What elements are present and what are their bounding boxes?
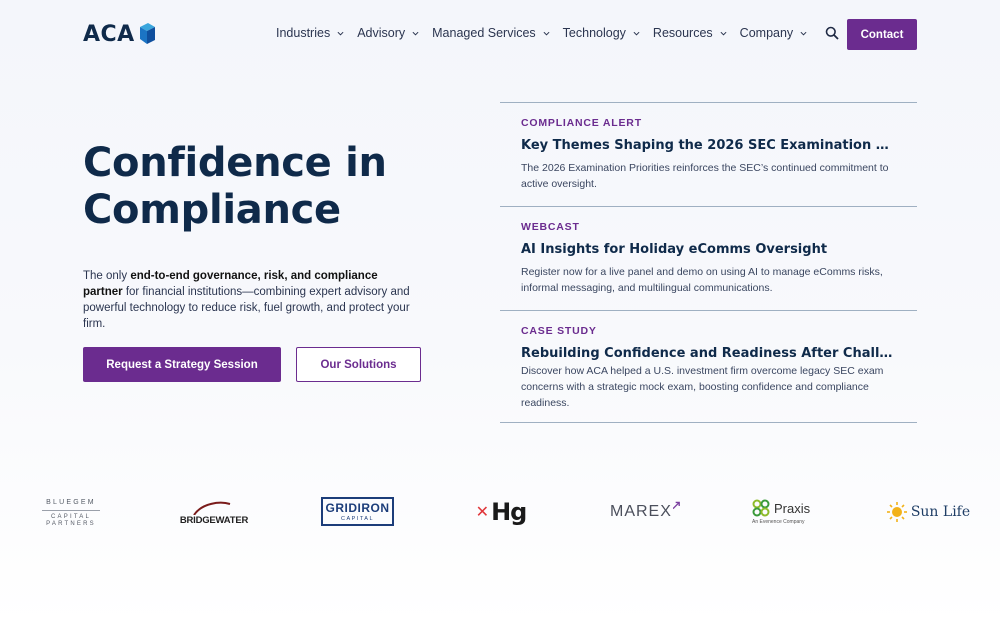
praxis-text: Praxis xyxy=(774,500,811,516)
praxis-sub-text: An Evenence Company xyxy=(752,519,805,525)
praxis-knot-icon xyxy=(752,499,770,517)
nav-label: Technology xyxy=(562,26,626,40)
gridiron-logo: GRIDIRON CAPITAL xyxy=(321,497,394,526)
card-summary: The 2026 Examination Priorities reinforc… xyxy=(521,162,889,190)
nav-technology[interactable]: Technology xyxy=(563,26,640,40)
request-strategy-session-button[interactable]: Request a Strategy Session xyxy=(83,347,281,382)
praxis-logo: Praxis An Evenence Company xyxy=(752,496,824,528)
nav-resources[interactable]: Resources xyxy=(653,26,727,40)
hg-logo: ✕ Hg xyxy=(472,496,530,528)
chevron-down-icon xyxy=(800,31,807,36)
card-title[interactable]: AI Insights for Holiday eComms Oversight xyxy=(521,242,896,257)
contact-button[interactable]: Contact xyxy=(847,19,917,50)
main-nav: Industries Advisory Managed Services Tec… xyxy=(276,25,876,41)
list-item[interactable]: WEBCAST AI Insights for Holiday eComms O… xyxy=(500,206,917,310)
gridiron-sub-text: CAPITAL xyxy=(340,515,374,522)
nav-label: Industries xyxy=(276,26,331,40)
nav-label: Advisory xyxy=(357,26,406,40)
featured-content-list: COMPLIANCE ALERT Key Themes Shaping the … xyxy=(500,102,917,423)
bluegem-sub-text-1: CAPITAL xyxy=(51,514,91,520)
bluegem-sub-text-2: PARTNERS xyxy=(46,521,96,527)
list-item[interactable]: COMPLIANCE ALERT Key Themes Shaping the … xyxy=(500,102,917,206)
card-summary: Register now for a live panel and demo o… xyxy=(521,266,883,294)
card-summary: Discover how ACA helped a U.S. investmen… xyxy=(521,365,884,409)
client-logo-strip: BLUEGEM CAPITAL PARTNERS BRIDGEWATER GRI… xyxy=(0,490,1000,540)
card-category: WEBCAST xyxy=(521,221,580,233)
bridgewater-arc-icon xyxy=(193,501,231,515)
hg-x-icon: ✕ xyxy=(475,504,490,521)
aca-logo[interactable]: ACA xyxy=(83,22,156,47)
hero-desc-suffix: for financial institutions—combining exp… xyxy=(83,286,410,330)
card-title[interactable]: Rebuilding Confidence and Readiness Afte… xyxy=(521,346,896,361)
marex-text: MAREX xyxy=(610,503,672,520)
logo-text: ACA xyxy=(83,22,135,47)
hero-title: Confidence in Compliance xyxy=(83,140,387,233)
marex-logo: MAREX xyxy=(610,498,680,526)
search-icon[interactable] xyxy=(824,25,840,41)
bluegem-text: BLUEGEM xyxy=(46,499,96,506)
hg-text: Hg xyxy=(491,498,527,526)
card-category: CASE STUDY xyxy=(521,325,597,337)
our-solutions-button[interactable]: Our Solutions xyxy=(296,347,421,382)
nav-company[interactable]: Company xyxy=(740,26,808,40)
gridiron-text: GRIDIRON xyxy=(325,500,390,515)
card-title[interactable]: Key Themes Shaping the 2026 SEC Examinat… xyxy=(521,138,896,153)
praxis-row: Praxis xyxy=(752,499,810,517)
site-header: ACA Industries Advisory Managed Services… xyxy=(0,0,1000,68)
nav-label: Resources xyxy=(652,26,713,40)
nav-industries[interactable]: Industries xyxy=(276,26,344,40)
sun-icon xyxy=(886,502,907,522)
chevron-down-icon xyxy=(337,31,344,36)
sun-life-text: Sun Life xyxy=(910,504,971,520)
bridgewater-text: BRIDGEWATER xyxy=(179,514,249,526)
card-category: COMPLIANCE ALERT xyxy=(521,117,642,129)
cube-logo-icon xyxy=(139,22,155,44)
chevron-down-icon xyxy=(720,31,727,36)
bluegem-logo: BLUEGEM CAPITAL PARTNERS xyxy=(40,492,102,534)
bluegem-divider xyxy=(42,510,100,511)
hero-desc-prefix: The only xyxy=(83,270,131,282)
chevron-down-icon xyxy=(543,31,550,36)
chevron-down-icon xyxy=(412,31,419,36)
nav-advisory[interactable]: Advisory xyxy=(357,26,419,40)
hero-description: The only end-to-end governance, risk, an… xyxy=(83,268,413,332)
chevron-down-icon xyxy=(633,31,640,36)
bridgewater-logo: BRIDGEWATER xyxy=(178,495,250,531)
nav-label: Managed Services xyxy=(432,26,536,40)
list-item[interactable]: CASE STUDY Rebuilding Confidence and Rea… xyxy=(500,310,917,423)
nav-managed-services[interactable]: Managed Services xyxy=(432,26,550,40)
marex-accent-icon xyxy=(672,501,680,510)
sun-life-logo: Sun Life xyxy=(885,498,971,526)
nav-label: Company xyxy=(739,26,794,40)
